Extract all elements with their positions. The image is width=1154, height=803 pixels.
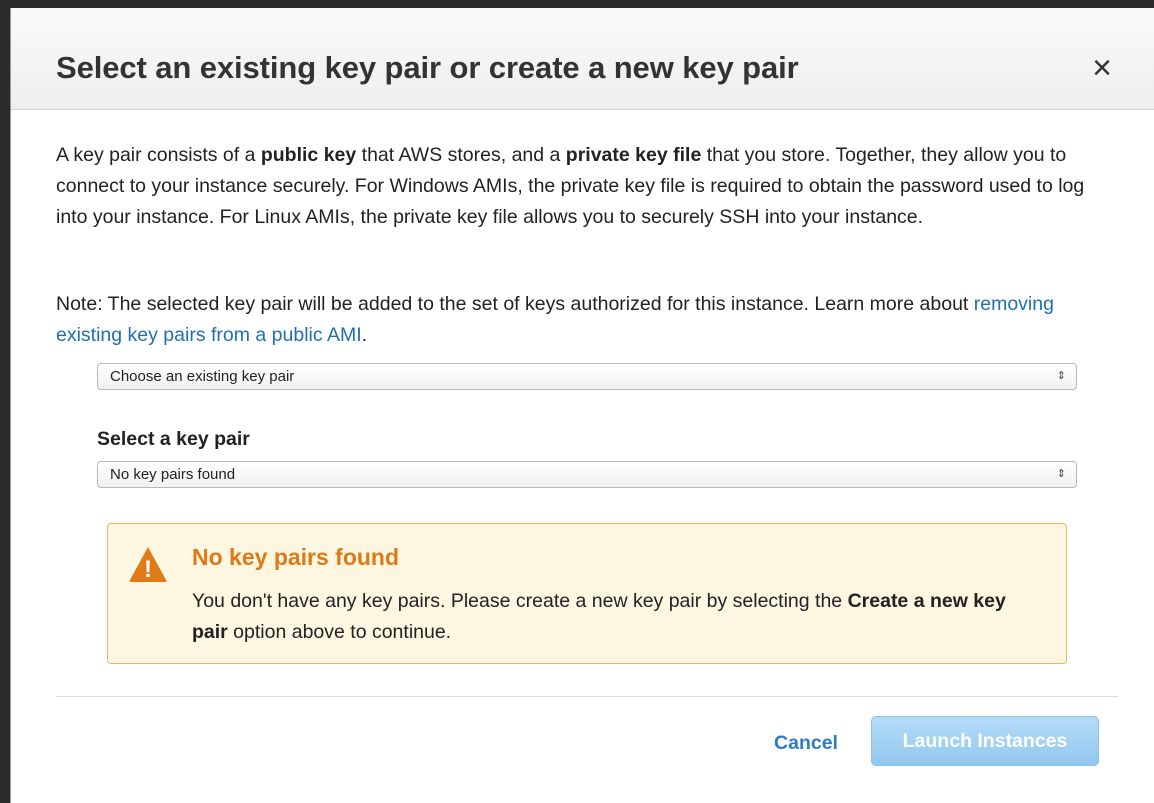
description-text: that AWS stores, and a (356, 144, 566, 166)
alert-text: option above to continue. (227, 621, 452, 643)
select-arrows-icon: ⇕ (1056, 468, 1066, 480)
select-arrows-icon: ⇕ (1056, 370, 1066, 382)
select-key-pair-label: Select a key pair (97, 428, 250, 450)
alert-message: You don't have any key pairs. Please cre… (192, 586, 1032, 648)
alert-text: You don't have any key pairs. Please cre… (192, 590, 848, 612)
warning-icon: ! (129, 547, 167, 583)
key-pair-dialog: Select an existing key pair or create a … (10, 8, 1154, 803)
key-pair-select[interactable]: No key pairs found ⇕ (97, 461, 1077, 488)
warning-glyph: ! (144, 556, 152, 583)
private-key-file-emphasis: private key file (565, 144, 702, 166)
key-pair-selected: No key pairs found (110, 466, 236, 483)
footer-divider (56, 696, 1118, 697)
key-pair-mode-select[interactable]: Choose an existing key pair ⇕ (97, 363, 1077, 390)
no-key-pairs-alert: ! No key pairs found You don't have any … (107, 523, 1067, 664)
public-key-emphasis: public key (260, 144, 357, 166)
launch-instances-button[interactable]: Launch Instances (871, 716, 1099, 766)
dialog-header: Select an existing key pair or create a … (11, 8, 1154, 110)
description-text: A key pair consists of a (56, 144, 261, 166)
note-text: Note: The selected key pair will be adde… (56, 293, 974, 315)
key-pair-note: Note: The selected key pair will be adde… (56, 289, 1116, 351)
cancel-button[interactable]: Cancel (761, 726, 851, 760)
key-pair-description: A key pair consists of a public key that… (56, 140, 1116, 233)
dialog-title: Select an existing key pair or create a … (56, 50, 799, 85)
note-text: . (361, 324, 368, 346)
alert-title: No key pairs found (192, 544, 400, 570)
close-icon[interactable]: × (1087, 48, 1117, 88)
key-pair-mode-selected: Choose an existing key pair (110, 368, 295, 385)
